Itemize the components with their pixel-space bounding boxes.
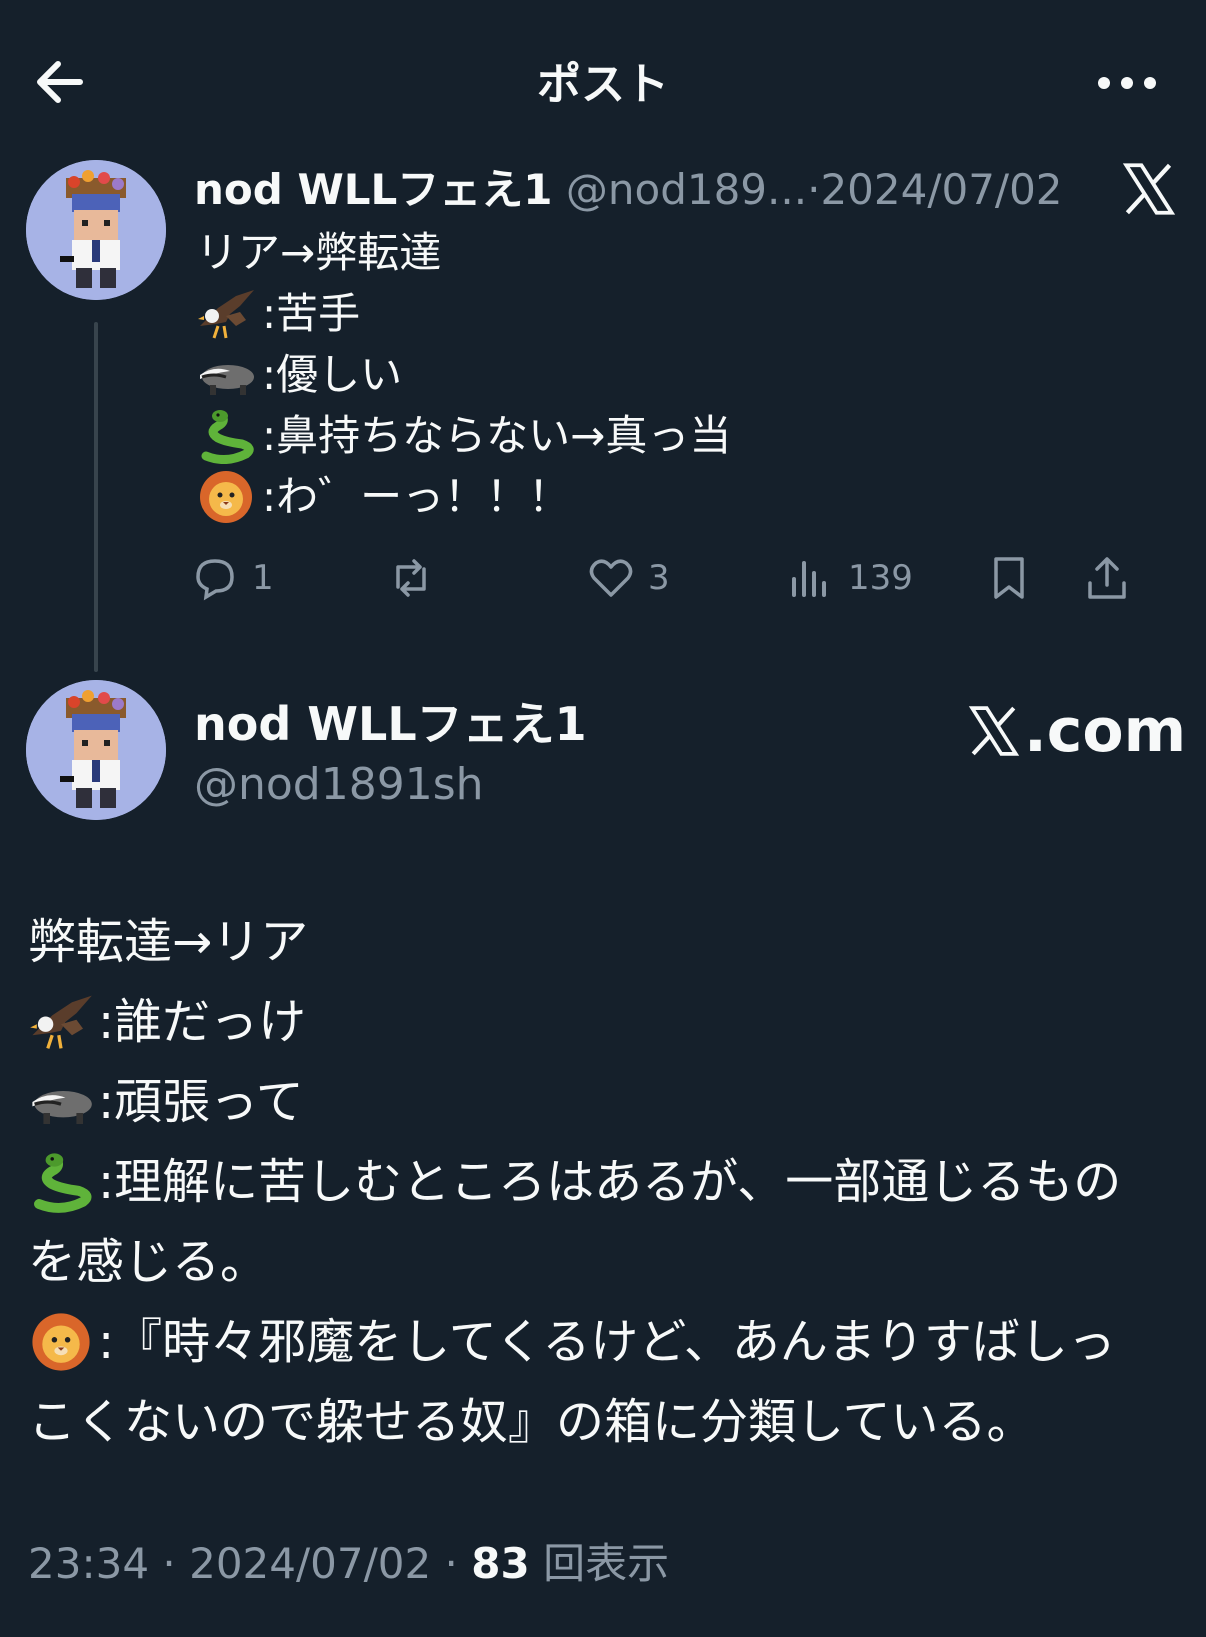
tweet-text: 弊転達→リア :誰だっけ :頑張って :理解に苦しむところはあるが、一部通じるも…	[28, 902, 1178, 1462]
page-title: ポスト	[537, 59, 669, 110]
views-button[interactable]: 139	[786, 548, 913, 608]
text-line: :優しい	[196, 344, 731, 405]
text-line: :苦手	[196, 283, 731, 344]
action-bar: 1 3 139	[190, 548, 1190, 608]
lion-emoji	[28, 1311, 94, 1373]
text-line: :誰だっけ	[28, 982, 1178, 1062]
text-line: 弊転達→リア	[28, 902, 1178, 982]
handle[interactable]: @nod1891sh	[194, 756, 484, 814]
like-count: 3	[648, 558, 670, 598]
lion-emoji	[196, 469, 256, 525]
reply-icon	[196, 559, 234, 601]
thread-connector	[94, 322, 98, 672]
reply-count: 1	[252, 558, 274, 598]
separator: ·	[807, 165, 821, 214]
snake-emoji	[196, 408, 256, 464]
reply-button[interactable]: 1	[190, 548, 274, 608]
view-count: 83	[471, 1539, 530, 1588]
text-line-continued: こくないので躱せる奴』の箱に分類している。	[28, 1382, 1178, 1462]
views-label: 回表示	[543, 1539, 670, 1588]
text-line: :理解に苦しむところはあるが、一部通じるもの	[28, 1142, 1178, 1222]
views-icon	[792, 561, 826, 597]
text-line: リア→弊転達	[196, 222, 731, 283]
post-time[interactable]: 23:34	[28, 1539, 149, 1588]
x-logo-icon	[968, 705, 1020, 757]
repost-button[interactable]	[386, 548, 436, 608]
text-line: :頑張って	[28, 1062, 1178, 1142]
line-text: を感じる。	[28, 1234, 269, 1290]
eagle-emoji	[28, 991, 94, 1053]
badger-emoji	[28, 1071, 94, 1133]
like-button[interactable]: 3	[586, 548, 670, 608]
share-icon	[1088, 557, 1126, 599]
top-bar: ポスト	[0, 0, 1206, 160]
post-date[interactable]: 2024/07/02	[189, 1539, 431, 1588]
line-text: :鼻持ちならない→真っ当	[262, 411, 732, 460]
display-name[interactable]: nod WLLフェえ1	[194, 165, 553, 214]
line-text: :優しい	[262, 350, 403, 399]
brand-text: .com	[1024, 696, 1187, 766]
text-line: :鼻持ちならない→真っ当	[196, 405, 731, 466]
repost-icon	[396, 559, 426, 597]
tweet-header: nod WLLフェえ1 @nod189...·2024/07/02	[194, 160, 1094, 220]
line-text: :苦手	[262, 289, 361, 338]
x-logo-icon	[1122, 162, 1176, 216]
handle[interactable]: @nod189...	[566, 165, 807, 214]
line-text: 弊転達→リア	[28, 914, 309, 970]
tweet-text: リア→弊転達 :苦手 :優しい :鼻持ちならない→真っ当 :わ゛ーっ！！！	[196, 222, 731, 527]
text-line: :わ゛ーっ！！！	[196, 466, 731, 527]
snake-emoji	[28, 1151, 94, 1213]
line-text: :誰だっけ	[98, 994, 307, 1050]
share-button[interactable]	[1082, 548, 1132, 608]
bookmark-button[interactable]	[984, 548, 1034, 608]
line-text: :『時々邪魔をしてくるけど、あんまりすばしっ	[98, 1314, 1116, 1370]
line-text: リア→弊転達	[196, 228, 442, 277]
post-date[interactable]: 2024/07/02	[820, 165, 1062, 214]
like-icon	[589, 559, 633, 597]
avatar[interactable]	[26, 680, 166, 820]
brand-logo: .com	[968, 696, 1186, 766]
bookmark-icon	[994, 557, 1024, 599]
text-line: :『時々邪魔をしてくるけど、あんまりすばしっ	[28, 1302, 1178, 1382]
line-text: :理解に苦しむところはあるが、一部通じるもの	[98, 1154, 1122, 1210]
line-text: こくないので躱せる奴』の箱に分類している。	[28, 1394, 1035, 1450]
view-count: 139	[848, 558, 913, 598]
avatar[interactable]	[26, 160, 166, 300]
badger-emoji	[196, 347, 256, 403]
text-line-continued: を感じる。	[28, 1222, 1178, 1302]
line-text: :わ゛ーっ！！！	[262, 472, 571, 521]
more-icon[interactable]	[1094, 58, 1160, 108]
line-text: :頑張って	[98, 1074, 304, 1130]
display-name[interactable]: nod WLLフェえ1	[194, 694, 587, 754]
eagle-emoji	[196, 286, 256, 342]
post-meta: 23:34 · 2024/07/02 · 83 回表示	[28, 1539, 670, 1588]
